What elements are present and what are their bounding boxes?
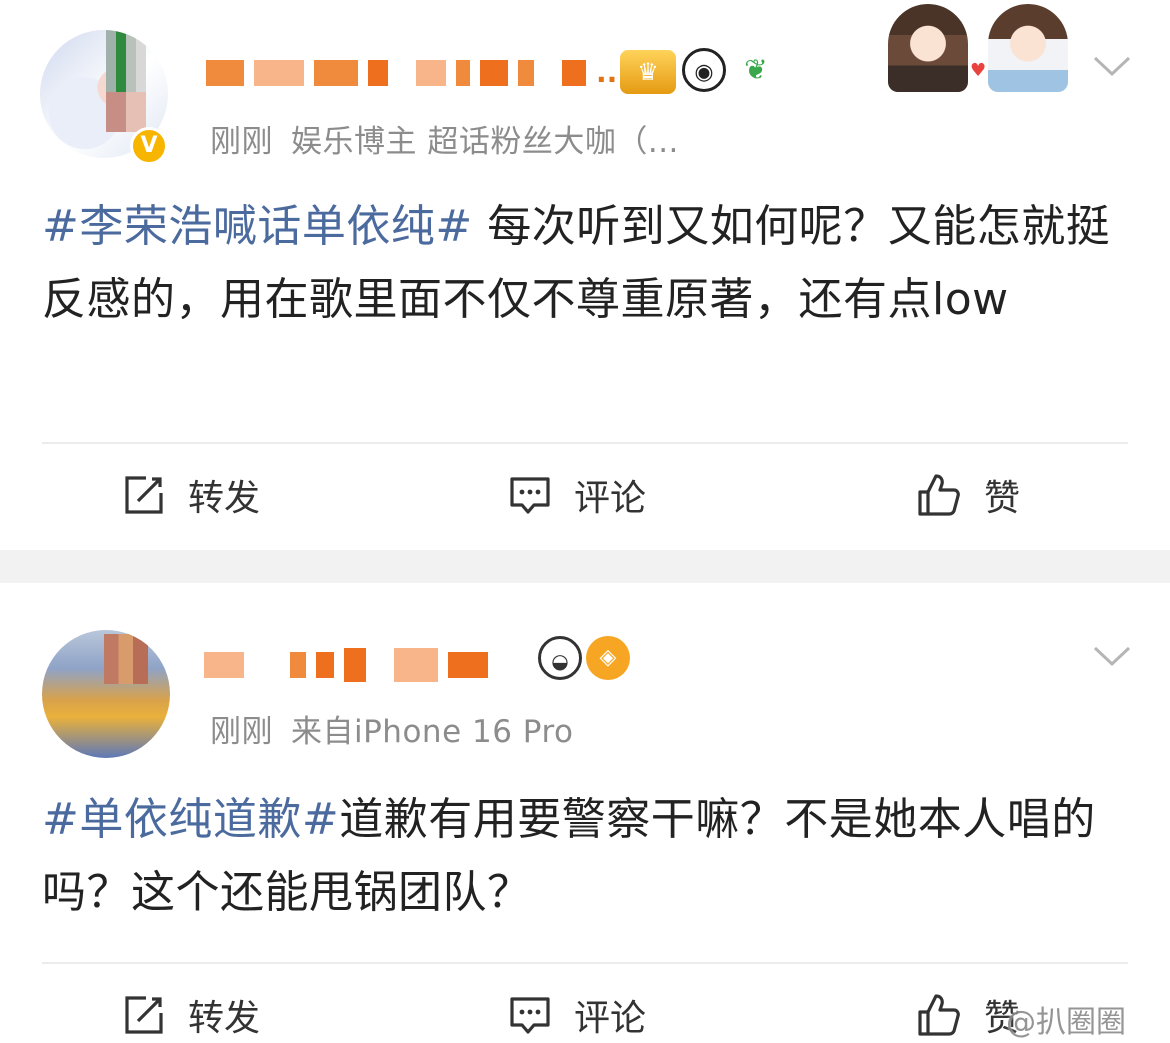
repost-button[interactable]: 转发	[122, 470, 260, 520]
crown-badge-icon[interactable]: ♛	[620, 50, 676, 94]
post-card: V .. ♛ ◉ ❦ ♥ 刚刚 娱乐博主 超话粉丝大咖（... #李荣浩喊话单依纯…	[0, 0, 1170, 550]
sticker-boy	[888, 4, 968, 92]
verified-v-badge-icon: V	[130, 127, 168, 165]
heart-icon: ♥	[970, 60, 987, 81]
avatar-mosaic	[106, 30, 146, 92]
feed-separator	[0, 550, 1170, 583]
share-icon	[125, 996, 163, 1034]
comment-icon	[510, 997, 550, 1034]
share-icon	[125, 476, 163, 514]
sticker-girl	[988, 4, 1068, 92]
comment-icon	[510, 477, 550, 514]
username-blurred[interactable]	[204, 648, 498, 682]
repost-label: 转发	[188, 998, 261, 1039]
repost-button[interactable]: 转发	[122, 990, 260, 1040]
cat-icon: ◒	[538, 636, 582, 680]
avatar-mosaic	[104, 634, 148, 684]
comment-label: 评论	[574, 478, 647, 519]
thumbs-up-icon	[918, 994, 960, 1036]
post-time: 刚刚	[210, 124, 273, 160]
chevron-down-icon[interactable]	[1092, 54, 1132, 78]
couple-sticker-image: ♥	[888, 0, 1068, 95]
hashtag-link[interactable]: #李荣浩喊话单依纯#	[42, 201, 473, 252]
post-content: #李荣浩喊话单依纯# 每次听到又如何呢？又能怎就挺反感的，用在歌里面不仅不尊重原…	[42, 190, 1132, 336]
comment-button[interactable]: 评论	[508, 470, 646, 520]
like-button[interactable]: 赞	[916, 990, 1020, 1040]
post-time: 刚刚	[210, 714, 273, 750]
divider	[42, 442, 1128, 444]
repost-label: 转发	[188, 478, 261, 519]
comment-button[interactable]: 评论	[508, 990, 646, 1040]
post-source: 娱乐博主 超话粉丝大咖（...	[291, 124, 679, 160]
post-meta: 刚刚 来自iPhone 16 Pro	[210, 706, 573, 751]
chevron-down-icon[interactable]	[1092, 644, 1132, 668]
comment-label: 评论	[574, 998, 647, 1039]
fish-icon: ◈	[586, 636, 630, 680]
avatar[interactable]	[42, 630, 170, 758]
post-source: 来自iPhone 16 Pro	[291, 714, 574, 750]
sprout-icon: ❦	[744, 53, 768, 86]
panda-icon: ◉	[682, 48, 726, 92]
like-label: 赞	[984, 478, 1021, 519]
hashtag-link[interactable]: #单依纯道歉#	[42, 794, 339, 845]
post-meta: 刚刚 娱乐博主 超话粉丝大咖（...	[210, 116, 679, 161]
thumbs-up-icon	[918, 474, 960, 516]
divider	[42, 962, 1128, 964]
avatar-mosaic	[106, 92, 146, 132]
watermark: @扒圈圈	[1006, 1005, 1126, 1040]
like-button[interactable]: 赞	[916, 470, 1020, 520]
username-ellipsis: ..	[596, 56, 618, 89]
username-blurred[interactable]: ..	[206, 56, 618, 89]
post-content: #单依纯道歉#道歉有用要警察干嘛？不是她本人唱的吗？这个还能甩锅团队？	[42, 783, 1132, 929]
